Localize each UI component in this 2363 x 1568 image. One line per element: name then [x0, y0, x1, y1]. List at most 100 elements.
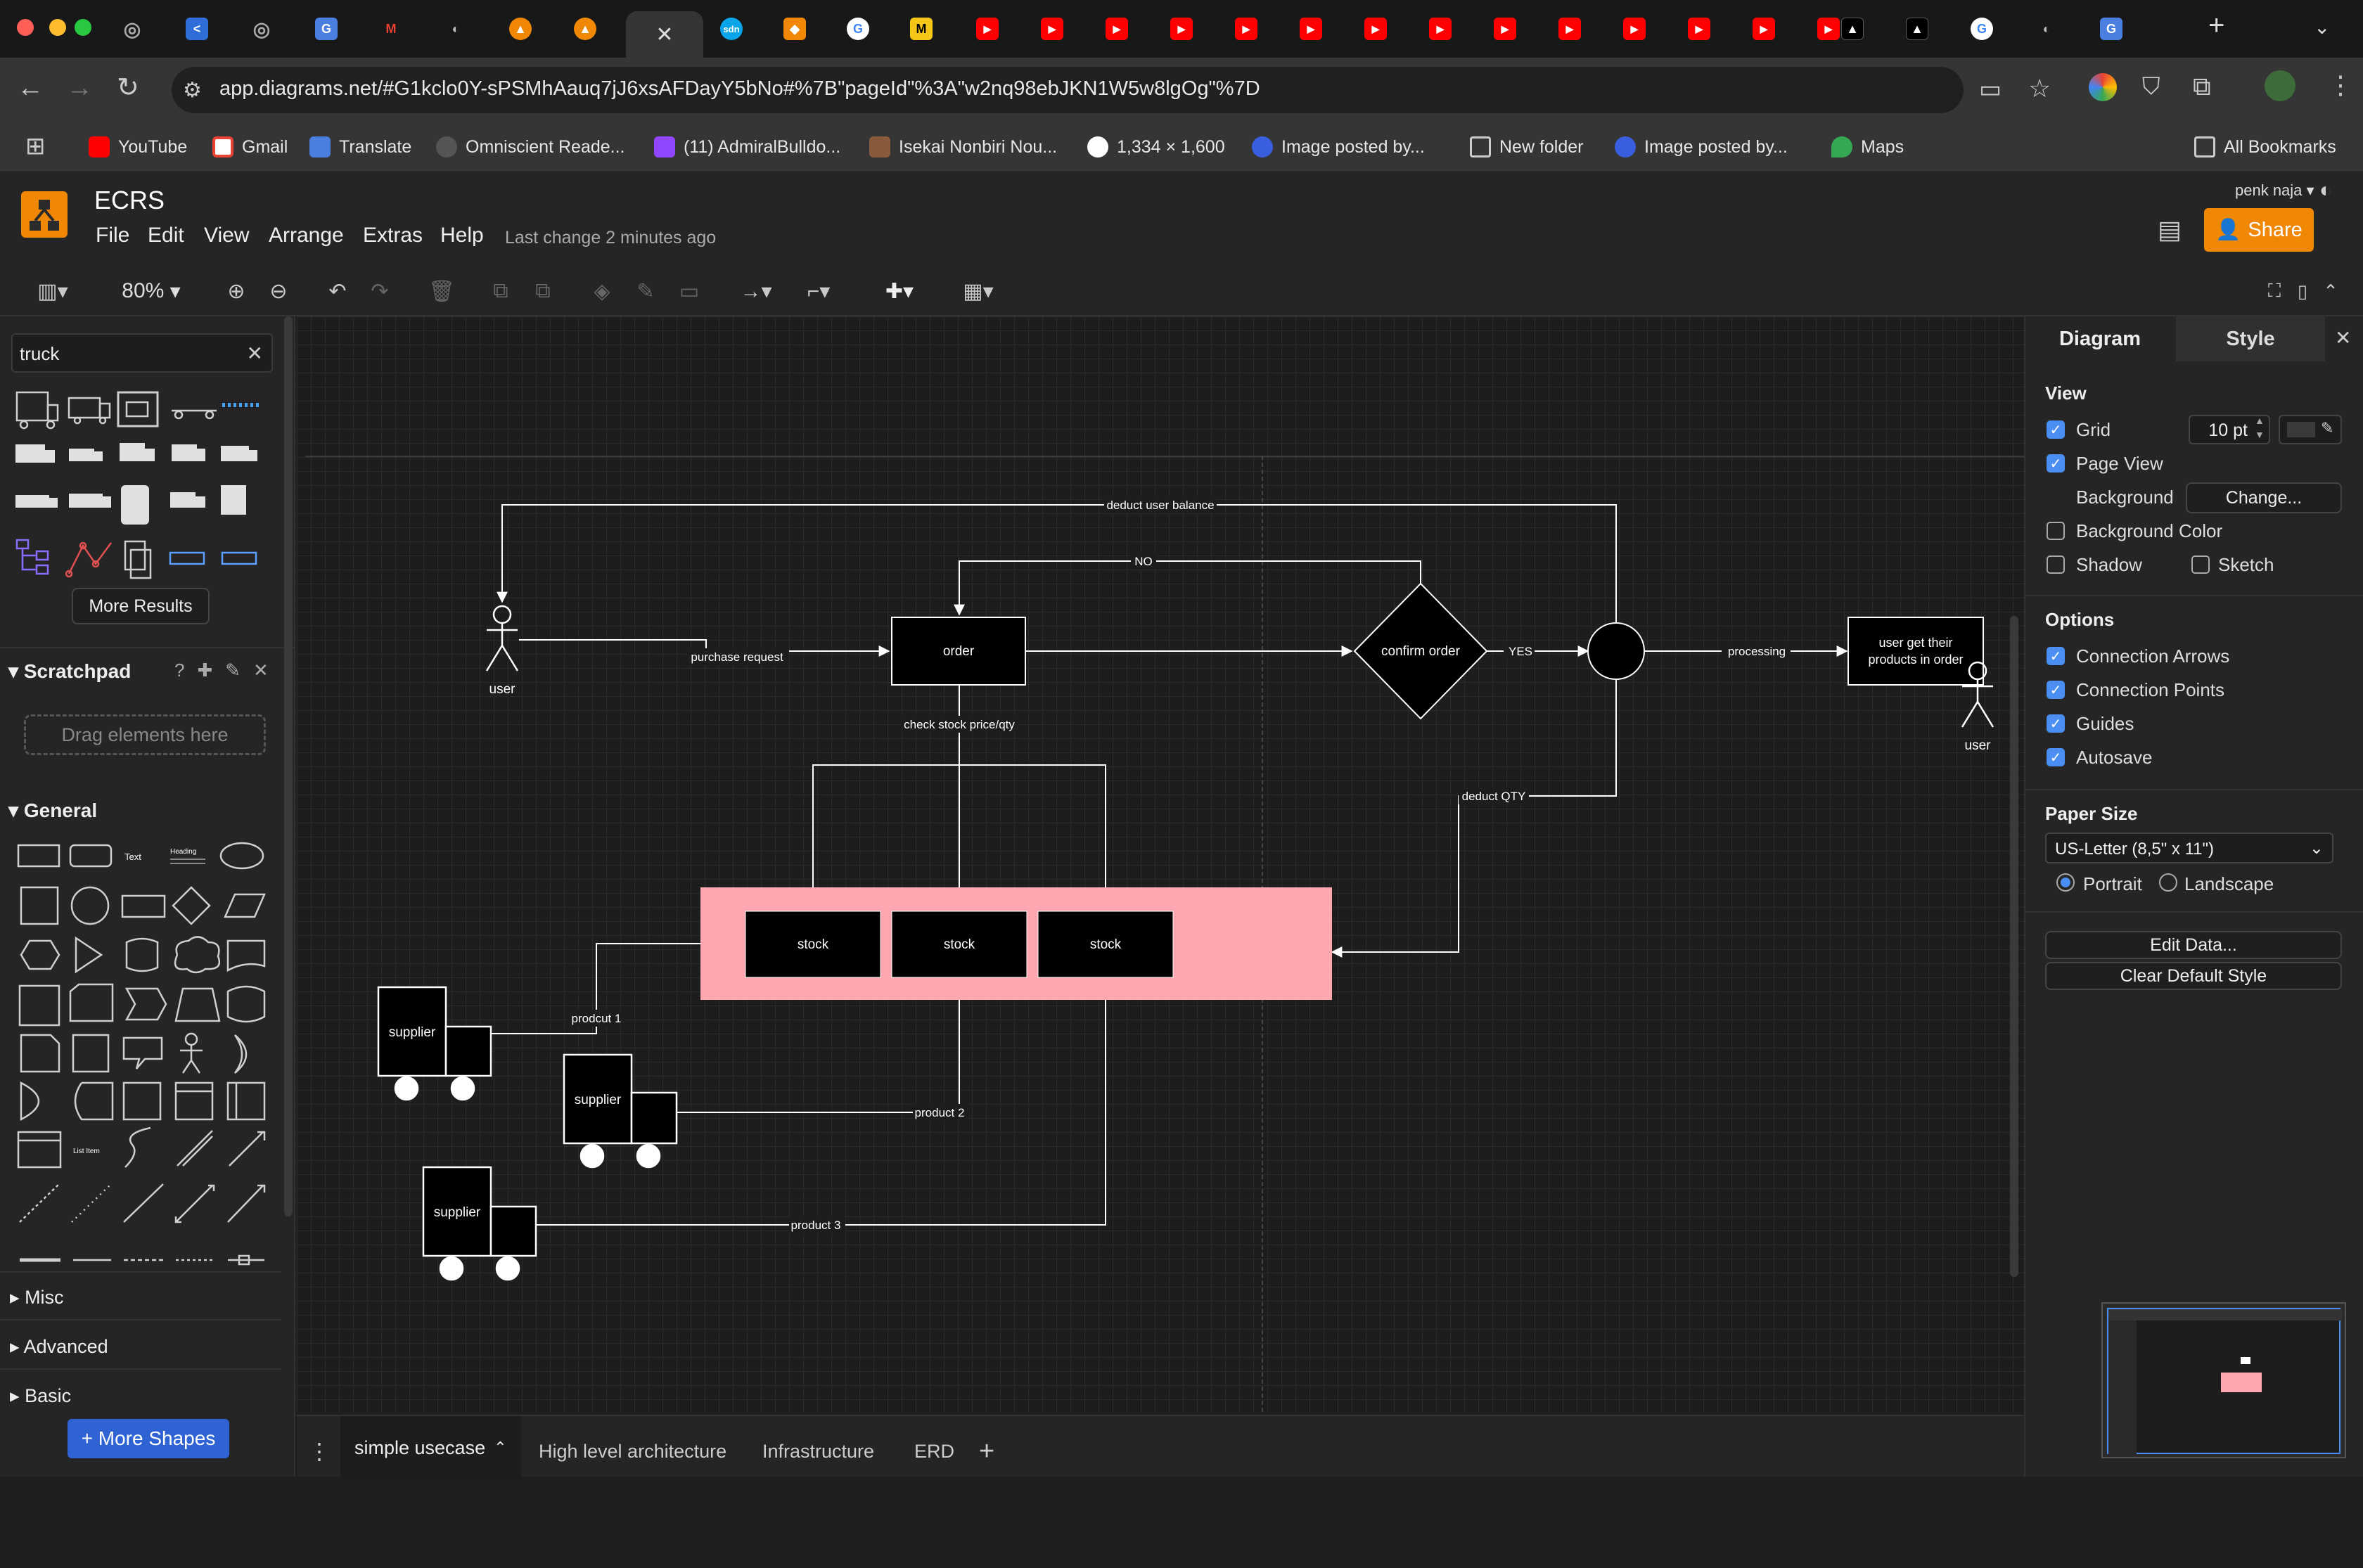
grid-checkbox[interactable]: ✓	[2047, 420, 2065, 439]
undo-icon[interactable]: ↶	[322, 276, 353, 307]
bookmark-youtube[interactable]: YouTube	[89, 131, 187, 163]
browser-tab[interactable]: ▶	[1153, 11, 1210, 46]
portrait-radio[interactable]	[2056, 873, 2075, 892]
page-view-checkbox[interactable]: ✓	[2047, 454, 2065, 473]
actor-user-left[interactable]	[485, 605, 519, 671]
bookmark-image-posted-2[interactable]: Image posted by...	[1615, 131, 1788, 163]
bookmark-translate[interactable]: Translate	[309, 131, 411, 163]
browser-menu-icon[interactable]: ⋮	[2328, 70, 2353, 100]
page-tab-high-level-architecture[interactable]: High level architecture	[525, 1422, 741, 1481]
connection-points-checkbox[interactable]: ✓	[2047, 681, 2065, 699]
table-icon[interactable]: ▦▾	[954, 276, 1003, 307]
tab-style[interactable]: Style	[2176, 316, 2325, 361]
minimap-viewport[interactable]	[2107, 1308, 2342, 1454]
line-color-icon[interactable]: ✎	[630, 276, 661, 307]
extension-icon[interactable]	[2089, 73, 2117, 101]
menu-extras[interactable]: Extras	[363, 224, 423, 248]
shadow-checkbox[interactable]	[2047, 555, 2065, 574]
browser-tab[interactable]: ◆	[767, 11, 823, 46]
install-app-icon[interactable]: ▭	[1979, 75, 2002, 103]
menu-file[interactable]: File	[96, 224, 129, 248]
browser-tab[interactable]: G	[830, 11, 886, 46]
browser-tab-active[interactable]: ✕	[626, 11, 703, 58]
all-bookmarks[interactable]: All Bookmarks	[2194, 131, 2336, 163]
shadow-icon[interactable]: ▭	[674, 276, 705, 307]
clear-default-style-button[interactable]: Clear Default Style	[2045, 962, 2342, 990]
browser-tab[interactable]: M	[363, 11, 419, 46]
maximize-window-button[interactable]	[75, 19, 91, 36]
clear-search-icon[interactable]: ✕	[247, 342, 263, 365]
comments-icon[interactable]: ▤	[2158, 215, 2182, 245]
browser-tab[interactable]: ▶	[1671, 11, 1727, 46]
address-bar[interactable]: ⚙ app.diagrams.net/#G1kclo0Y-sPSMhAauq7j…	[172, 67, 2051, 113]
browser-tab[interactable]: ▶	[1477, 11, 1533, 46]
menu-edit[interactable]: Edit	[148, 224, 184, 248]
delete-icon[interactable]: 🗑	[426, 276, 457, 307]
general-header[interactable]: ▾ General	[8, 799, 97, 822]
to-front-icon[interactable]: ⧉	[485, 276, 516, 307]
dark-mode-icon[interactable]: ◐	[2319, 179, 2332, 203]
edge-deduct-qty[interactable]	[1331, 679, 1617, 958]
url-text[interactable]: app.diagrams.net/#G1kclo0Y-sPSMhAauq7jJ6…	[219, 77, 1837, 101]
diagram[interactable]: user order confirm order user get their …	[297, 316, 2024, 1412]
sidebar-scrollbar[interactable]	[284, 316, 293, 1216]
zoom-in-icon[interactable]: ⊕	[221, 276, 252, 307]
browser-tab[interactable]: ▶	[1024, 11, 1080, 46]
edge-deduct-balance[interactable]	[497, 504, 1617, 623]
edge-no[interactable]	[954, 560, 1421, 616]
bookmark-image-size[interactable]: 1,334 × 1,600	[1087, 131, 1225, 163]
bookmark-gmail[interactable]: Gmail	[212, 131, 288, 163]
supplier-truck-1[interactable]	[377, 986, 492, 1101]
zoom-out-icon[interactable]: ⊖	[263, 276, 294, 307]
background-color-checkbox[interactable]	[2047, 522, 2065, 540]
fullscreen-icon[interactable]: ⛶	[2262, 276, 2287, 307]
zoom-dropdown[interactable]: 80% ▾	[105, 276, 197, 307]
close-tab-icon[interactable]: ✕	[655, 23, 673, 47]
drawio-logo[interactable]	[21, 191, 68, 238]
misc-section[interactable]: ▸ Misc	[10, 1287, 64, 1309]
edit-data-button[interactable]: Edit Data...	[2045, 931, 2342, 959]
bookmark-isekai[interactable]: Isekai Nonbiri Nou...	[869, 131, 1057, 163]
autosave-checkbox[interactable]: ✓	[2047, 748, 2065, 766]
page-tab-simple-usecase[interactable]: simple usecase ⌃	[340, 1416, 521, 1479]
document-title[interactable]: ECRS	[94, 186, 165, 215]
browser-tab[interactable]: ▶	[1347, 11, 1404, 46]
fill-color-icon[interactable]: ◈	[587, 276, 617, 307]
grid-color-button[interactable]: ✎	[2279, 415, 2342, 444]
sketch-checkbox[interactable]	[2191, 555, 2210, 574]
browser-tab[interactable]: ▲	[1824, 11, 1881, 46]
menu-arrange[interactable]: Arrange	[269, 224, 344, 248]
new-tab-button[interactable]: +	[2208, 10, 2224, 41]
browser-tab[interactable]: ◐	[428, 11, 484, 46]
close-window-button[interactable]	[17, 19, 34, 36]
format-panel-toggle-icon[interactable]: ▯	[2290, 276, 2315, 307]
bookmark-image-posted[interactable]: Image posted by...	[1252, 131, 1425, 163]
profile-avatar[interactable]	[2265, 70, 2295, 101]
bookmark-star-icon[interactable]: ☆	[2028, 74, 2051, 103]
diagram-canvas[interactable]: user order confirm order user get their …	[297, 316, 2024, 1426]
canvas-vertical-scrollbar[interactable]	[2010, 616, 2018, 1277]
browser-tab[interactable]: ▶	[1736, 11, 1792, 46]
puzzle-icon[interactable]: ⧉	[2193, 72, 2211, 102]
basic-section[interactable]: ▸ Basic	[10, 1385, 71, 1407]
view-panels-icon[interactable]: ▥▾	[28, 276, 77, 307]
paper-size-select[interactable]: US-Letter (8,5" x 11") ⌄	[2045, 833, 2333, 863]
browser-tab[interactable]: G	[298, 11, 354, 46]
close-panel-icon[interactable]: ✕	[2335, 326, 2351, 349]
browser-tab[interactable]: <	[169, 11, 225, 46]
reload-icon[interactable]: ↻	[117, 72, 139, 103]
grid-size-stepper[interactable]: ▲ ▼	[2255, 413, 2265, 442]
browser-tab[interactable]: ▶	[1089, 11, 1145, 46]
browser-tab[interactable]: M	[893, 11, 949, 46]
browser-tab[interactable]: G	[2083, 11, 2139, 46]
to-back-icon[interactable]: ⧉	[527, 276, 558, 307]
connection-style-icon[interactable]: →▾	[731, 276, 781, 307]
browser-tab[interactable]: ▶	[1606, 11, 1663, 46]
add-page-button[interactable]: +	[965, 1422, 1008, 1481]
browser-tab[interactable]: ▶	[959, 11, 1016, 46]
browser-tab[interactable]: G	[1954, 11, 2010, 46]
merge-circle[interactable]	[1587, 622, 1645, 680]
outline-minimap[interactable]	[2101, 1302, 2346, 1458]
page-tab-infrastructure[interactable]: Infrastructure	[748, 1422, 888, 1481]
change-background-button[interactable]: Change...	[2186, 482, 2342, 513]
